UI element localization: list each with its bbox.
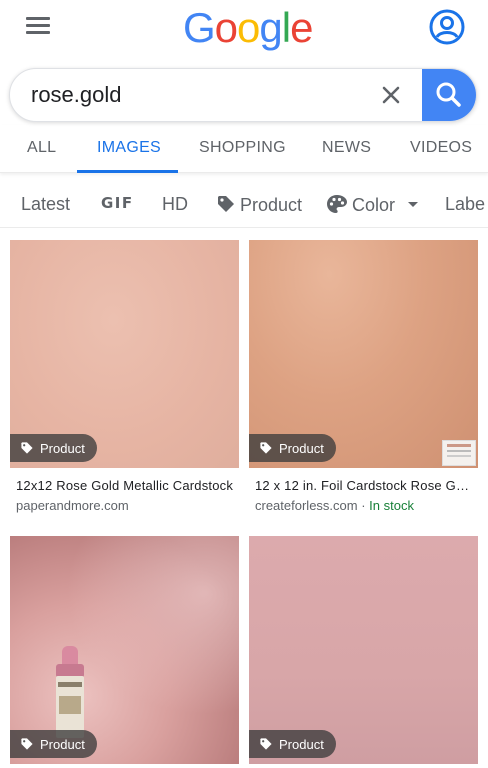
google-logo[interactable]: Google <box>183 4 313 52</box>
chip-gif[interactable]: GIF <box>101 194 134 212</box>
logo-letter: g <box>259 4 282 51</box>
tag-icon <box>21 442 33 454</box>
search-icon <box>436 82 461 107</box>
result-thumbnail[interactable]: Product <box>10 240 239 468</box>
result-source: paperandmore.com <box>16 498 129 513</box>
tab-all[interactable]: ALL <box>27 139 56 157</box>
product-badge: Product <box>249 730 336 758</box>
spray-can-image <box>56 646 84 741</box>
in-stock-label: In stock <box>369 498 414 513</box>
chip-color-label: Color <box>352 195 396 215</box>
product-badge: Product <box>10 434 97 462</box>
product-badge: Product <box>10 730 97 758</box>
result-title[interactable]: 12 x 12 in. Foil Cardstock Rose Gold <box>255 478 473 493</box>
chip-hd[interactable]: HD <box>162 194 188 215</box>
chip-color[interactable]: Color <box>326 194 420 216</box>
palette-icon <box>327 195 347 213</box>
chip-product[interactable]: Product <box>216 194 302 216</box>
badge-label: Product <box>279 736 324 752</box>
chip-label[interactable]: Labe <box>445 194 485 215</box>
logo-letter: o <box>214 4 238 51</box>
dropdown-arrow-icon <box>408 202 419 207</box>
chip-latest[interactable]: Latest <box>21 194 70 215</box>
search-input[interactable] <box>31 69 371 121</box>
top-bar: Google <box>0 0 488 60</box>
hamburger-menu-icon[interactable] <box>24 14 54 36</box>
clear-icon[interactable] <box>378 82 404 108</box>
badge-label: Product <box>40 736 85 752</box>
account-icon[interactable] <box>428 8 466 46</box>
filter-chips: Latest GIF HD Product Color Labe <box>0 184 488 228</box>
tab-videos[interactable]: VIDEOS <box>410 139 472 157</box>
result-thumbnail[interactable]: Product <box>10 536 239 764</box>
result-thumbnail[interactable]: Product <box>249 536 478 764</box>
tag-icon <box>218 196 234 212</box>
badge-label: Product <box>40 440 85 456</box>
active-tab-indicator <box>77 170 178 173</box>
tab-news[interactable]: NEWS <box>322 139 371 157</box>
result-title[interactable]: 12x12 Rose Gold Metallic Cardstock <box>16 478 234 493</box>
logo-letter: o <box>237 4 260 51</box>
search-button[interactable] <box>422 69 476 121</box>
product-badge: Product <box>249 434 336 462</box>
badge-label: Product <box>279 440 324 456</box>
chip-product-label: Product <box>240 195 303 215</box>
tab-shopping[interactable]: SHOPPING <box>199 139 286 157</box>
result-thumbnail[interactable]: Product <box>249 240 478 468</box>
logo-letter: l <box>281 4 291 51</box>
search-bar <box>9 68 477 122</box>
tag-icon <box>21 738 33 750</box>
tag-icon <box>260 442 272 454</box>
tag-icon <box>260 738 272 750</box>
search-tabs: ALL IMAGES SHOPPING NEWS VIDEOS <box>0 125 488 173</box>
tab-images[interactable]: IMAGES <box>97 139 161 157</box>
logo-letter: G <box>183 4 216 51</box>
product-preview-thumbnail <box>442 440 476 466</box>
result-source: createforless.com · In stock <box>255 498 414 513</box>
logo-letter: e <box>290 4 313 51</box>
result-source-domain: createforless.com · <box>255 498 370 513</box>
